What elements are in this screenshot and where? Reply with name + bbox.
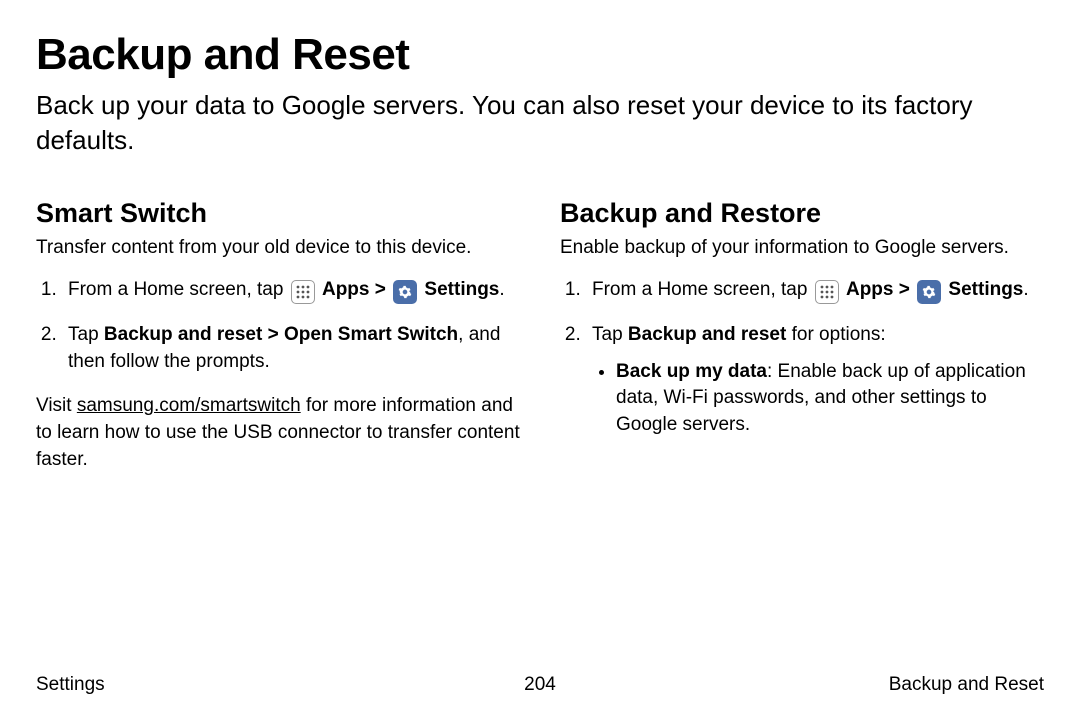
backup-restore-steps: From a Home screen, tap Apps > <box>560 277 1044 438</box>
settings-label: Settings <box>948 279 1023 300</box>
backup-restore-step-1: From a Home screen, tap Apps > <box>586 277 1044 304</box>
step-text: Tap <box>592 324 628 345</box>
note-text: Visit <box>36 395 77 416</box>
smart-switch-desc: Transfer content from your old device to… <box>36 237 520 259</box>
apps-icon <box>291 280 315 304</box>
page-footer: Settings 204 Backup and Reset <box>36 674 1044 696</box>
step-bold: Backup and reset > Open Smart Switch <box>104 324 458 345</box>
step-end: . <box>499 279 504 300</box>
manual-page: Backup and Reset Back up your data to Go… <box>0 0 1080 720</box>
option-name: Back up my data <box>616 361 767 382</box>
page-title: Backup and Reset <box>36 30 1044 80</box>
settings-icon <box>393 280 417 304</box>
column-backup-restore: Backup and Restore Enable backup of your… <box>560 198 1044 473</box>
step-bold: Backup and reset <box>628 324 786 345</box>
step-text: From a Home screen, tap <box>68 279 289 300</box>
backup-restore-desc: Enable backup of your information to Goo… <box>560 237 1044 259</box>
smart-switch-steps: From a Home screen, tap Apps > <box>36 277 520 375</box>
backup-restore-heading: Backup and Restore <box>560 198 1044 229</box>
step-end: . <box>1023 279 1028 300</box>
page-intro: Back up your data to Google servers. You… <box>36 88 1044 158</box>
smart-switch-step-2: Tap Backup and reset > Open Smart Switch… <box>62 322 520 375</box>
smart-switch-step-1: From a Home screen, tap Apps > <box>62 277 520 304</box>
smartswitch-link[interactable]: samsung.com/smartswitch <box>77 395 301 416</box>
backup-option-backup-my-data: Back up my data: Enable back up of appli… <box>616 359 1044 439</box>
step-text: for options: <box>786 324 885 345</box>
step-text: From a Home screen, tap <box>592 279 813 300</box>
apps-icon <box>815 280 839 304</box>
backup-options-list: Back up my data: Enable back up of appli… <box>592 359 1044 439</box>
footer-page-number: 204 <box>36 674 1044 696</box>
separator: > <box>375 279 391 300</box>
column-smart-switch: Smart Switch Transfer content from your … <box>36 198 520 473</box>
apps-label: Apps <box>322 279 370 300</box>
content-columns: Smart Switch Transfer content from your … <box>36 198 1044 473</box>
smart-switch-note: Visit samsung.com/smartswitch for more i… <box>36 393 520 473</box>
separator: > <box>899 279 915 300</box>
settings-label: Settings <box>424 279 499 300</box>
step-text: Tap <box>68 324 104 345</box>
apps-label: Apps <box>846 279 894 300</box>
backup-restore-step-2: Tap Backup and reset for options: Back u… <box>586 322 1044 438</box>
smart-switch-heading: Smart Switch <box>36 198 520 229</box>
settings-icon <box>917 280 941 304</box>
